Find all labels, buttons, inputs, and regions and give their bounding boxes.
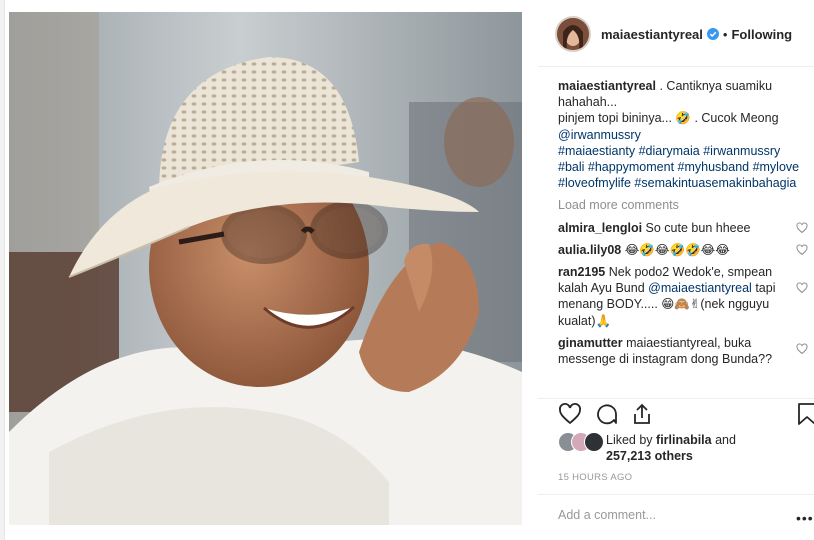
comment-row: ginamutter maiaestiantyreal, buka messen… <box>558 335 808 367</box>
more-options-icon[interactable]: ••• <box>796 510 814 526</box>
heart-icon[interactable] <box>796 244 808 256</box>
post-header: maiaestiantyreal • Following <box>538 12 814 56</box>
comment-bubble-icon[interactable] <box>594 402 618 426</box>
following-button[interactable]: Following <box>731 27 792 42</box>
likes-summary: Liked by firlinabila and 257,213 others <box>558 432 736 464</box>
header-divider <box>538 66 814 67</box>
post-actions <box>558 402 814 428</box>
liked-by-user[interactable]: firlinabila <box>656 433 712 447</box>
comment-row: ran2195 Nek podo2 Wedok'e, smpean kalah … <box>558 264 808 329</box>
load-more-comments[interactable]: Load more comments <box>558 197 808 213</box>
add-comment-input[interactable]: Add a comment... <box>558 508 656 522</box>
verified-badge-icon <box>706 28 719 40</box>
comment-row: almira_lengloi So cute bun hheee <box>558 220 808 236</box>
likes-prefix: Liked by <box>606 433 657 447</box>
header-username[interactable]: maiaestiantyreal <box>601 27 703 42</box>
comment-username[interactable]: almira_lengloi <box>558 221 642 235</box>
caption-username[interactable]: maiaestiantyreal <box>558 79 656 93</box>
likes-count[interactable]: 257,213 others <box>606 449 693 463</box>
comment-mention[interactable]: @maiaestiantyreal <box>648 281 752 295</box>
heart-icon[interactable] <box>796 222 808 234</box>
comment-text: 😂🤣😂🤣🤣😂😂 <box>624 242 730 257</box>
comment-username[interactable]: ran2195 <box>558 265 605 279</box>
post-timestamp[interactable]: 15 HOURS AGO <box>558 472 632 483</box>
comment-username[interactable]: aulia.lily08 <box>558 243 621 257</box>
comments-section: maiaestiantyreal . Cantiknya suamiku hah… <box>558 78 808 398</box>
caption-mention[interactable]: @irwanmussry <box>558 128 641 142</box>
share-upload-icon[interactable] <box>630 402 654 426</box>
liker-avatars[interactable] <box>558 432 606 452</box>
avatar[interactable] <box>555 16 591 52</box>
likes-and: and <box>711 433 736 447</box>
caption-hashtags[interactable]: #maiaestianty #diarymaia #irwanmussry #b… <box>558 144 799 190</box>
caption-text-2: pinjem topi bininya... 🤣 . Cucok Meong <box>558 111 779 126</box>
header-separator: • <box>722 26 728 42</box>
avatar-image <box>557 18 589 50</box>
actions-divider <box>538 398 814 399</box>
post-photo[interactable] <box>9 12 522 525</box>
bookmark-icon[interactable] <box>796 402 814 426</box>
add-comment-divider <box>538 494 814 495</box>
instagram-post: maiaestiantyreal • Following maiaestiant… <box>4 0 814 540</box>
comment-text: So cute bun hheee <box>645 220 751 235</box>
heart-icon[interactable] <box>796 343 808 355</box>
comment-username: ginamutter <box>558 335 623 350</box>
post-sidebar: maiaestiantyreal • Following maiaestiant… <box>538 0 814 540</box>
heart-icon[interactable] <box>796 282 808 294</box>
photo-man-in-hat <box>9 12 522 525</box>
comment-row: aulia.lily08 😂🤣😂🤣🤣😂😂 <box>558 242 808 258</box>
caption: maiaestiantyreal . Cantiknya suamiku hah… <box>558 78 808 191</box>
like-heart-icon[interactable] <box>558 402 582 426</box>
